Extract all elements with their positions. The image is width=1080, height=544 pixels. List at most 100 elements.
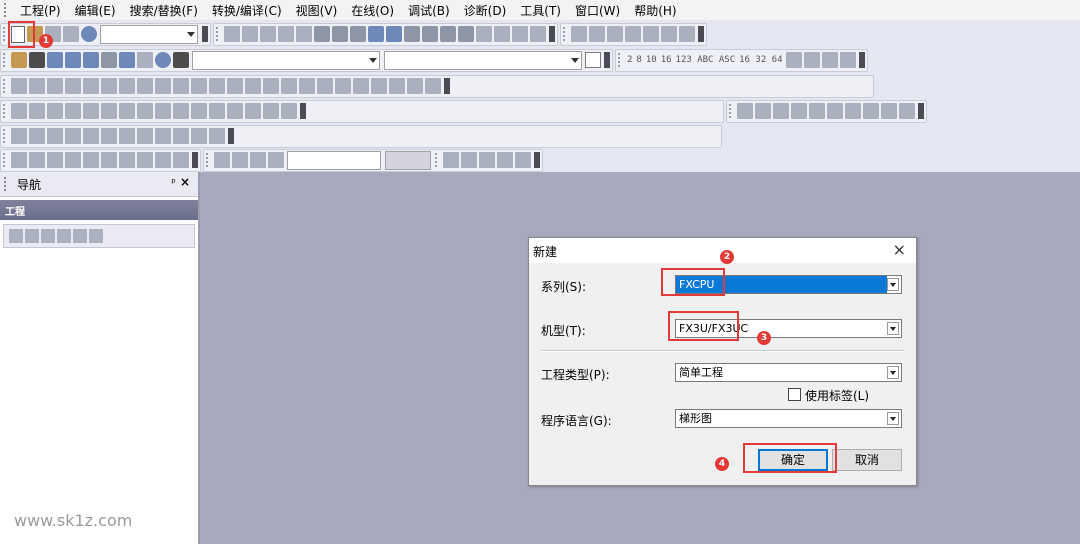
menu-edit[interactable]: 编辑(E) xyxy=(68,2,123,19)
close-icon[interactable]: × xyxy=(180,175,190,189)
label-icon-5[interactable] xyxy=(443,152,459,168)
fbd-icon-6[interactable] xyxy=(827,103,843,119)
comment-icon-3[interactable] xyxy=(47,152,63,168)
line-h-icon[interactable] xyxy=(119,78,135,94)
menu-diagnostics[interactable]: 诊断(D) xyxy=(457,2,514,19)
dialog-close-icon[interactable]: × xyxy=(893,240,906,259)
debug-icon-6[interactable] xyxy=(661,26,677,42)
bit-size-icon[interactable]: 16 32 64 xyxy=(738,55,783,65)
toolbar-overflow-icon[interactable] xyxy=(604,52,610,68)
menu-help[interactable]: 帮助(H) xyxy=(627,2,683,19)
contact-parallel-icon[interactable] xyxy=(47,78,63,94)
format-icon-2[interactable] xyxy=(785,52,802,68)
step-icon[interactable] xyxy=(47,103,63,119)
pulse-icon-3[interactable] xyxy=(281,78,297,94)
search-combo[interactable] xyxy=(192,50,380,70)
fkey-icon-11[interactable] xyxy=(191,128,207,144)
convert-icon-3[interactable] xyxy=(371,78,387,94)
device-batch-icon[interactable] xyxy=(458,26,474,42)
branch-icon-5[interactable] xyxy=(191,103,207,119)
fbd-icon-5[interactable] xyxy=(809,103,825,119)
toolbar-overflow-icon[interactable] xyxy=(698,26,704,42)
invert-icon[interactable] xyxy=(317,78,333,94)
device-combo[interactable] xyxy=(384,50,582,70)
format-icon-4[interactable] xyxy=(821,52,838,68)
comment-icon-6[interactable] xyxy=(101,152,117,168)
pulse-icon-1[interactable] xyxy=(245,78,261,94)
rising-edge-icon[interactable] xyxy=(173,78,189,94)
fkey-icon-9[interactable] xyxy=(155,128,171,144)
branch-icon-4[interactable] xyxy=(173,103,189,119)
menu-view[interactable]: 视图(V) xyxy=(289,2,345,19)
help-icon[interactable] xyxy=(81,26,97,42)
nav-new-data-icon[interactable] xyxy=(9,229,23,243)
verify-plc-icon[interactable] xyxy=(350,26,366,42)
monitor-stop-icon[interactable] xyxy=(422,26,438,42)
dev-icon-2[interactable] xyxy=(83,52,99,68)
fkey-icon-2[interactable] xyxy=(29,128,45,144)
chevron-down-icon[interactable] xyxy=(887,322,899,335)
comment-icon-7[interactable] xyxy=(119,152,135,168)
select-icon[interactable] xyxy=(11,103,27,119)
toolbar-overflow-icon[interactable] xyxy=(918,103,924,119)
skip-icon[interactable] xyxy=(512,26,528,42)
label-icon-4[interactable] xyxy=(268,152,284,168)
convert-icon-5[interactable] xyxy=(407,78,423,94)
nav-sort-icon[interactable] xyxy=(89,229,103,243)
comment-icon-1[interactable] xyxy=(11,152,27,168)
debug-icon-7[interactable] xyxy=(679,26,695,42)
end-step-icon[interactable] xyxy=(101,103,117,119)
toolbar-overflow-icon[interactable] xyxy=(534,152,540,168)
comment-icon-9[interactable] xyxy=(155,152,171,168)
transfer-icon[interactable] xyxy=(368,26,384,42)
use-label-checkbox[interactable] xyxy=(788,388,801,401)
fkey-icon-6[interactable] xyxy=(101,128,117,144)
toolbar-overflow-icon[interactable] xyxy=(192,152,198,168)
label-icon-3[interactable] xyxy=(250,152,266,168)
nav-paste-icon[interactable] xyxy=(57,229,71,243)
fkey-icon-10[interactable] xyxy=(173,128,189,144)
write-plc-icon[interactable] xyxy=(332,26,348,42)
branch-icon-8[interactable] xyxy=(245,103,261,119)
fbd-zoom-out-icon[interactable] xyxy=(899,103,915,119)
nav-property-icon[interactable] xyxy=(25,229,39,243)
menu-tools[interactable]: 工具(T) xyxy=(513,2,568,19)
convert-icon-1[interactable] xyxy=(335,78,351,94)
line-v-icon[interactable] xyxy=(137,78,153,94)
debug-icon-1[interactable] xyxy=(571,26,587,42)
branch-icon-6[interactable] xyxy=(209,103,225,119)
menu-debug[interactable]: 调试(B) xyxy=(401,2,457,19)
dev-icon-4[interactable] xyxy=(119,52,135,68)
convert-icon-4[interactable] xyxy=(389,78,405,94)
transition-icon[interactable] xyxy=(65,103,81,119)
label-icon-9[interactable] xyxy=(515,152,531,168)
menu-project[interactable]: 工程(P) xyxy=(13,2,68,19)
comment-icon-10[interactable] xyxy=(173,152,189,168)
decimal-16-icon[interactable]: 16 xyxy=(660,55,673,65)
label-icon-8[interactable] xyxy=(497,152,513,168)
jump-icon[interactable] xyxy=(83,103,99,119)
print-icon[interactable] xyxy=(63,26,79,42)
branch-icon-2[interactable] xyxy=(137,103,153,119)
delete-line-icon[interactable] xyxy=(155,78,171,94)
fkey-icon-7[interactable] xyxy=(119,128,135,144)
project-combo[interactable] xyxy=(100,24,198,44)
debug-icon-4[interactable] xyxy=(625,26,641,42)
chevron-down-icon[interactable] xyxy=(887,412,899,425)
comment-icon-8[interactable] xyxy=(137,152,153,168)
fkey-icon-8[interactable] xyxy=(137,128,153,144)
device-test-icon[interactable] xyxy=(440,26,456,42)
monitor-icon[interactable] xyxy=(386,26,402,42)
cut-icon[interactable] xyxy=(224,26,240,42)
decimal-10-icon[interactable]: 10 xyxy=(645,55,658,65)
decimal-2-icon[interactable]: 2 xyxy=(626,55,633,65)
document-icon[interactable] xyxy=(585,52,601,68)
zoom-in-icon[interactable] xyxy=(263,103,279,119)
fbd-icon-4[interactable] xyxy=(791,103,807,119)
debug-icon-2[interactable] xyxy=(589,26,605,42)
instruction-icon[interactable] xyxy=(101,78,117,94)
contact-no-icon[interactable] xyxy=(11,78,27,94)
fkey-icon-3[interactable] xyxy=(47,128,63,144)
fbd-icon-3[interactable] xyxy=(773,103,789,119)
branch-icon-7[interactable] xyxy=(227,103,243,119)
